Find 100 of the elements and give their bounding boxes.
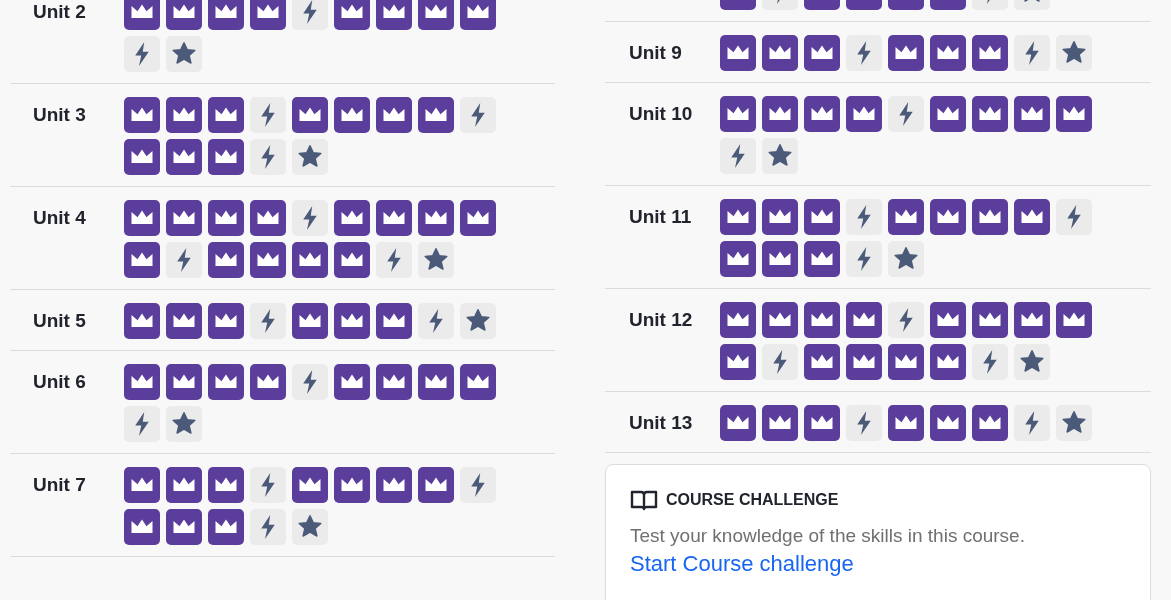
crown-icon[interactable] — [930, 96, 966, 132]
crown-icon[interactable] — [166, 364, 202, 400]
crown-icon[interactable] — [804, 344, 840, 380]
crown-icon[interactable] — [888, 344, 924, 380]
crown-icon[interactable] — [376, 97, 412, 133]
crown-icon[interactable] — [1014, 199, 1050, 235]
crown-icon[interactable] — [124, 364, 160, 400]
crown-icon[interactable] — [376, 200, 412, 236]
crown-icon[interactable] — [720, 405, 756, 441]
crown-icon[interactable] — [250, 364, 286, 400]
crown-icon[interactable] — [720, 35, 756, 71]
crown-icon[interactable] — [804, 96, 840, 132]
unit-label: Unit 2 — [33, 0, 87, 24]
crown-icon[interactable] — [720, 199, 756, 235]
crown-icon[interactable] — [1056, 302, 1092, 338]
crown-icon[interactable] — [334, 303, 370, 339]
crown-icon[interactable] — [418, 467, 454, 503]
crown-icon[interactable] — [334, 97, 370, 133]
crown-icon[interactable] — [972, 199, 1008, 235]
crown-icon[interactable] — [208, 97, 244, 133]
crown-icon[interactable] — [460, 364, 496, 400]
crown-icon[interactable] — [208, 139, 244, 175]
crown-icon[interactable] — [460, 200, 496, 236]
crown-icon[interactable] — [418, 97, 454, 133]
crown-icon[interactable] — [124, 509, 160, 545]
crown-icon[interactable] — [1014, 302, 1050, 338]
crown-icon[interactable] — [846, 302, 882, 338]
crown-icon[interactable] — [762, 96, 798, 132]
crown-icon[interactable] — [418, 0, 454, 30]
crown-icon[interactable] — [972, 302, 1008, 338]
crown-icon[interactable] — [972, 35, 1008, 71]
crown-icon[interactable] — [888, 35, 924, 71]
crown-icon[interactable] — [208, 364, 244, 400]
crown-icon[interactable] — [762, 35, 798, 71]
crown-icon[interactable] — [804, 199, 840, 235]
crown-icon[interactable] — [292, 242, 328, 278]
start-challenge-link[interactable]: Start Course challenge — [630, 551, 854, 577]
crown-icon[interactable] — [292, 97, 328, 133]
crown-icon[interactable] — [846, 344, 882, 380]
crown-icon[interactable] — [166, 97, 202, 133]
crown-icon[interactable] — [124, 97, 160, 133]
crown-icon[interactable] — [930, 302, 966, 338]
crown-icon[interactable] — [124, 242, 160, 278]
crown-icon[interactable] — [460, 0, 496, 30]
crown-icon[interactable] — [1014, 96, 1050, 132]
crown-icon[interactable] — [804, 405, 840, 441]
crown-icon[interactable] — [418, 200, 454, 236]
crown-icon[interactable] — [208, 467, 244, 503]
crown-icon[interactable] — [376, 467, 412, 503]
crown-icon[interactable] — [418, 364, 454, 400]
crown-icon[interactable] — [930, 35, 966, 71]
crown-icon[interactable] — [124, 139, 160, 175]
crown-icon[interactable] — [720, 302, 756, 338]
crown-icon[interactable] — [208, 200, 244, 236]
crown-icon[interactable] — [762, 405, 798, 441]
crown-icon[interactable] — [124, 467, 160, 503]
crown-icon[interactable] — [334, 242, 370, 278]
crown-icon[interactable] — [888, 199, 924, 235]
crown-icon[interactable] — [208, 242, 244, 278]
crown-icon[interactable] — [124, 200, 160, 236]
crown-icon[interactable] — [208, 509, 244, 545]
crown-icon[interactable] — [334, 0, 370, 30]
crown-icon[interactable] — [720, 96, 756, 132]
crown-icon[interactable] — [804, 35, 840, 71]
crown-icon[interactable] — [334, 364, 370, 400]
crown-icon[interactable] — [166, 303, 202, 339]
crown-icon[interactable] — [720, 344, 756, 380]
crown-icon[interactable] — [124, 0, 160, 30]
crown-icon[interactable] — [250, 242, 286, 278]
crown-icon[interactable] — [166, 467, 202, 503]
crown-icon[interactable] — [762, 302, 798, 338]
crown-icon[interactable] — [762, 199, 798, 235]
crown-icon[interactable] — [334, 200, 370, 236]
crown-icon[interactable] — [250, 0, 286, 30]
crown-icon[interactable] — [846, 96, 882, 132]
crown-icon[interactable] — [124, 303, 160, 339]
crown-icon[interactable] — [208, 303, 244, 339]
crown-icon[interactable] — [1056, 96, 1092, 132]
crown-icon[interactable] — [720, 241, 756, 277]
crown-icon[interactable] — [376, 364, 412, 400]
crown-icon[interactable] — [930, 199, 966, 235]
crown-icon[interactable] — [804, 241, 840, 277]
crown-icon[interactable] — [334, 467, 370, 503]
crown-icon[interactable] — [166, 139, 202, 175]
crown-icon[interactable] — [972, 405, 1008, 441]
crown-icon[interactable] — [804, 302, 840, 338]
crown-icon[interactable] — [376, 0, 412, 30]
crown-icon[interactable] — [208, 0, 244, 30]
crown-icon[interactable] — [250, 200, 286, 236]
crown-icon[interactable] — [972, 96, 1008, 132]
crown-icon[interactable] — [166, 0, 202, 30]
crown-icon[interactable] — [888, 405, 924, 441]
crown-icon[interactable] — [292, 303, 328, 339]
crown-icon[interactable] — [166, 509, 202, 545]
crown-icon[interactable] — [930, 405, 966, 441]
crown-icon[interactable] — [762, 241, 798, 277]
crown-icon[interactable] — [376, 303, 412, 339]
crown-icon[interactable] — [930, 344, 966, 380]
crown-icon[interactable] — [166, 200, 202, 236]
crown-icon[interactable] — [292, 467, 328, 503]
